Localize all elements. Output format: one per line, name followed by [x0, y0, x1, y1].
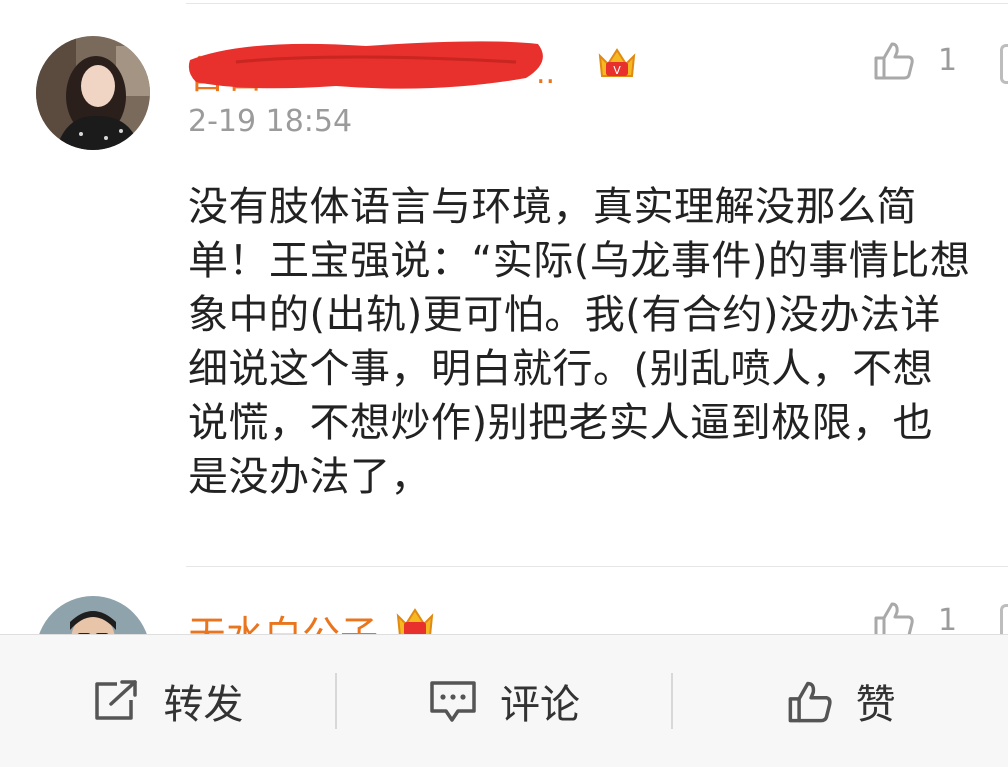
comment-line: 说慌，不想炒作)别把老实人逼到极限，也 [188, 400, 934, 446]
avatar[interactable] [36, 36, 150, 150]
comment-label: 评论 [500, 682, 580, 728]
comment-divider [186, 566, 1008, 567]
comment-time: 2-19 18:54 [188, 104, 353, 139]
like-count: 1 [938, 42, 958, 78]
comment-body: 没有肢体语言与环境，真实理解没那么简单！王宝强说：“实际(乌龙事件)的事情比想象… [188, 180, 1008, 504]
comment-line: 没有肢体语言与环境，真实理解没那么简 [188, 184, 917, 230]
like-toolbar-button[interactable]: 赞 [673, 635, 1008, 767]
comment-line: 是没办法了， [188, 454, 431, 500]
bottom-toolbar: 转发 评论 赞 [0, 634, 1008, 767]
like-label: 赞 [855, 682, 896, 728]
comment-line: 细说这个事，明白就行。(别乱喷人，不想 [188, 346, 934, 392]
share-icon [95, 680, 138, 720]
like-count: 1 [938, 602, 958, 638]
crown-badge-icon: V [598, 48, 636, 77]
svg-text:V: V [613, 64, 621, 77]
repost-button[interactable]: 转发 [0, 635, 335, 767]
repost-label: 转发 [163, 682, 244, 728]
comment-button[interactable]: 评论 [337, 635, 672, 767]
comment-icon [430, 681, 476, 722]
more-icon[interactable] [1000, 44, 1008, 84]
username-redaction [188, 41, 543, 89]
like-button[interactable]: 1 [872, 38, 957, 82]
thumb-up-icon [874, 42, 914, 80]
comment-line: 单！王宝强说：“实际(乌龙事件)的事情比想 [188, 238, 971, 284]
thumb-up-icon [788, 681, 832, 723]
top-divider [186, 3, 1008, 4]
username-ellipsis: .. [536, 56, 556, 91]
comment-line: 象中的(出轨)更可怕。我(有合约)没办法详 [188, 292, 941, 338]
